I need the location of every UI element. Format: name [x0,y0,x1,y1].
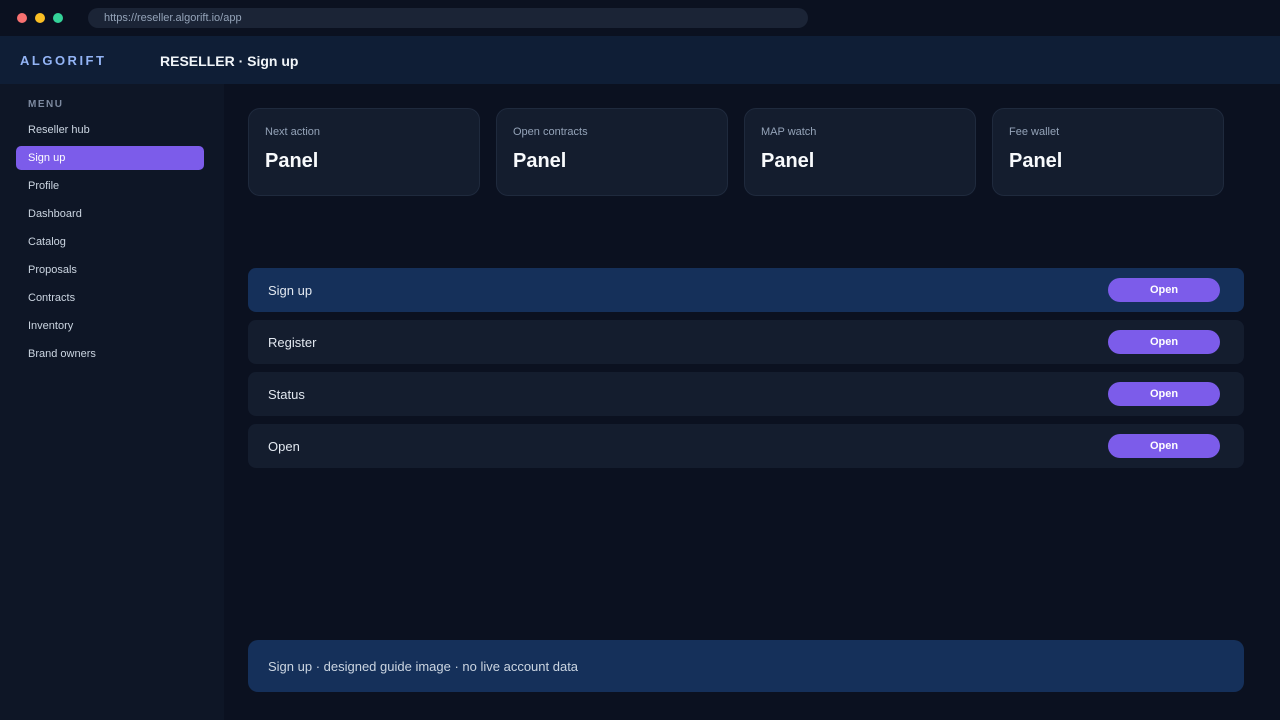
stat-card-fee-wallet: Fee wallet Panel [992,108,1224,196]
card-label: Next action [265,126,321,138]
open-button[interactable]: Open [1108,434,1220,458]
guide-footer-note: Sign up · designed guide image · no live… [248,640,1244,692]
card-value: Panel [265,150,319,172]
sidebar-item-catalog[interactable]: Catalog [16,230,204,254]
sidebar-item-profile[interactable]: Profile [16,174,204,198]
list-row-open[interactable]: Open Open [248,424,1244,468]
row-label: Status [268,387,305,402]
address-bar[interactable]: https://reseller.algorift.io/app [88,8,808,28]
card-label: Open contracts [513,126,588,138]
app-header: ALGORIFT RESELLER · Sign up [0,36,1280,84]
list-row-status[interactable]: Status Open [248,372,1244,416]
row-label: Sign up [268,283,313,298]
row-label: Register [268,335,317,350]
card-value: Panel [1009,150,1063,172]
card-label: MAP watch [761,126,817,138]
page-title: RESELLER · Sign up [160,53,299,69]
card-value: Panel [513,150,567,172]
stat-card-open-contracts: Open contracts Panel [496,108,728,196]
sidebar-item-reseller-hub[interactable]: Reseller hub [16,118,204,142]
close-window-icon[interactable] [17,13,27,23]
stat-card-next-action: Next action Panel [248,108,480,196]
sidebar-item-dashboard[interactable]: Dashboard [16,202,204,226]
list-row-register[interactable]: Register Open [248,320,1244,364]
sidebar-item-brand-owners[interactable]: Brand owners [16,342,204,366]
open-button[interactable]: Open [1108,278,1220,302]
browser-chrome: https://reseller.algorift.io/app [0,0,1280,36]
maximize-window-icon[interactable] [53,13,63,23]
sidebar-item-proposals[interactable]: Proposals [16,258,204,282]
card-value: Panel [761,150,815,172]
row-label: Open [268,439,300,454]
sidebar-heading: MENU [28,99,64,110]
open-button[interactable]: Open [1108,330,1220,354]
sidebar-item-inventory[interactable]: Inventory [16,314,204,338]
sidebar-item-contracts[interactable]: Contracts [16,286,204,310]
stat-card-map-watch: MAP watch Panel [744,108,976,196]
open-button[interactable]: Open [1108,382,1220,406]
minimize-window-icon[interactable] [35,13,45,23]
brand-logo: ALGORIFT [20,53,107,68]
sidebar-item-sign-up[interactable]: Sign up [16,146,204,170]
card-label: Fee wallet [1009,126,1060,138]
list-row-sign-up[interactable]: Sign up Open [248,268,1244,312]
sidebar: MENU Reseller hub Sign up Profile Dashbo… [0,84,224,720]
